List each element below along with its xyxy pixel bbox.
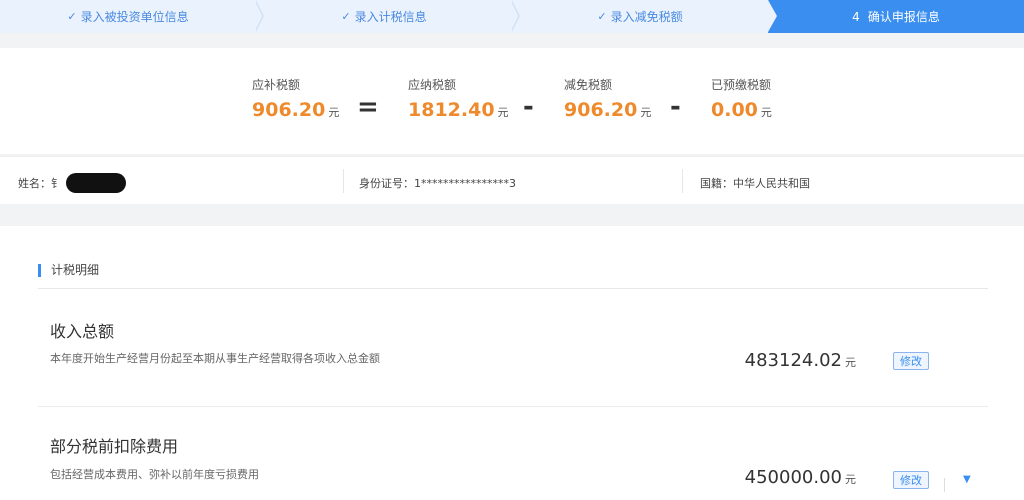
divider bbox=[682, 169, 683, 193]
equals-operator: = bbox=[357, 92, 379, 122]
step-4-number: 4 bbox=[852, 9, 860, 24]
check-icon: ✓ bbox=[597, 10, 607, 23]
step-1[interactable]: ✓ 录入被投资单位信息 bbox=[0, 0, 264, 33]
step-4-active[interactable]: 4 确认申报信息 bbox=[768, 0, 1024, 33]
nationality-label: 国籍： bbox=[700, 177, 733, 190]
row-divider bbox=[38, 406, 988, 407]
name-field: 姓名：钅 bbox=[18, 172, 126, 193]
prepaid-tax-unit: 元 bbox=[760, 106, 772, 119]
divider bbox=[944, 478, 945, 492]
income-total-amount: 483124.02 元 bbox=[745, 350, 856, 371]
minus-operator-2: - bbox=[670, 92, 681, 122]
payable-tax-value: 906.20 bbox=[252, 99, 326, 121]
pretax-deduction-desc: 包括经营成本费用、弥补以前年度亏损费用 bbox=[50, 468, 259, 481]
income-total-value: 483124.02 bbox=[744, 350, 842, 371]
step-2[interactable]: ✓ 录入计税信息 bbox=[256, 0, 520, 33]
prepaid-tax: 已预缴税额 0.00 元 bbox=[711, 76, 772, 121]
taxpayer-info: 姓名：钅 身份证号：1****************3 国籍：中华人民共和国 bbox=[0, 156, 1024, 204]
divider bbox=[343, 169, 344, 193]
pretax-deduction-unit: 元 bbox=[845, 473, 856, 486]
prepaid-tax-label: 已预缴税额 bbox=[711, 78, 772, 92]
pretax-deduction-title: 部分税前扣除费用 bbox=[50, 437, 179, 456]
step-arrow bbox=[768, 0, 777, 32]
due-tax-value: 1812.40 bbox=[408, 99, 495, 121]
id-field: 身份证号：1****************3 bbox=[359, 175, 516, 191]
minus-operator-1: - bbox=[523, 92, 534, 122]
income-total-desc: 本年度开始生产经营月份起至本期从事生产经营取得各项收入总金额 bbox=[50, 352, 380, 365]
income-total-title: 收入总额 bbox=[50, 322, 115, 341]
redaction-mask bbox=[66, 172, 126, 193]
edit-income-button[interactable]: 修改 bbox=[893, 352, 929, 370]
check-icon: ✓ bbox=[67, 10, 77, 23]
relief-tax-label: 减免税额 bbox=[564, 78, 613, 92]
edit-deduction-button[interactable]: 修改 bbox=[893, 471, 929, 489]
step-2-label: 录入计税信息 bbox=[354, 10, 427, 24]
due-tax-unit: 元 bbox=[497, 106, 509, 119]
tax-summary: 应补税额 906.20 元 应纳税额 1812.40 元 减免税额 906.20 元 … bbox=[0, 48, 1024, 154]
name-label: 姓名： bbox=[18, 177, 51, 190]
section-divider bbox=[38, 288, 988, 289]
check-icon: ✓ bbox=[341, 10, 351, 23]
relief-tax-value: 906.20 bbox=[564, 99, 638, 121]
payable-tax: 应补税额 906.20 元 bbox=[252, 76, 339, 121]
step-1-label: 录入被投资单位信息 bbox=[80, 10, 189, 24]
due-tax-label: 应纳税额 bbox=[408, 78, 457, 92]
step-3[interactable]: ✓ 录入减免税额 bbox=[512, 0, 768, 33]
step-3-label: 录入减免税额 bbox=[610, 10, 683, 24]
relief-tax-unit: 元 bbox=[640, 106, 652, 119]
payable-tax-unit: 元 bbox=[328, 106, 340, 119]
nationality-value: 中华人民共和国 bbox=[733, 177, 810, 190]
name-value: 钅 bbox=[51, 177, 62, 190]
step-4-label: 确认申报信息 bbox=[867, 10, 940, 24]
payable-tax-label: 应补税额 bbox=[252, 78, 301, 92]
prepaid-tax-value: 0.00 bbox=[711, 99, 758, 121]
relief-tax: 减免税额 906.20 元 bbox=[564, 76, 651, 121]
nationality-field: 国籍：中华人民共和国 bbox=[700, 175, 810, 191]
income-total-unit: 元 bbox=[845, 356, 856, 369]
section-title: 计税明细 bbox=[38, 264, 99, 277]
pretax-deduction-value: 450000.00 bbox=[744, 467, 842, 488]
tax-detail-panel: 计税明细 收入总额 本年度开始生产经营月份起至本期从事生产经营取得各项收入总金额… bbox=[0, 226, 1024, 500]
id-value: 1****************3 bbox=[414, 177, 516, 190]
id-label: 身份证号： bbox=[359, 177, 414, 190]
step-progress-bar: ✓ 录入被投资单位信息 ✓ 录入计税信息 ✓ 录入减免税额 4 确认申报信息 bbox=[0, 0, 1024, 33]
expand-caret-icon[interactable]: ▼ bbox=[963, 474, 971, 485]
pretax-deduction-amount: 450000.00 元 bbox=[745, 467, 856, 488]
due-tax: 应纳税额 1812.40 元 bbox=[408, 76, 509, 121]
